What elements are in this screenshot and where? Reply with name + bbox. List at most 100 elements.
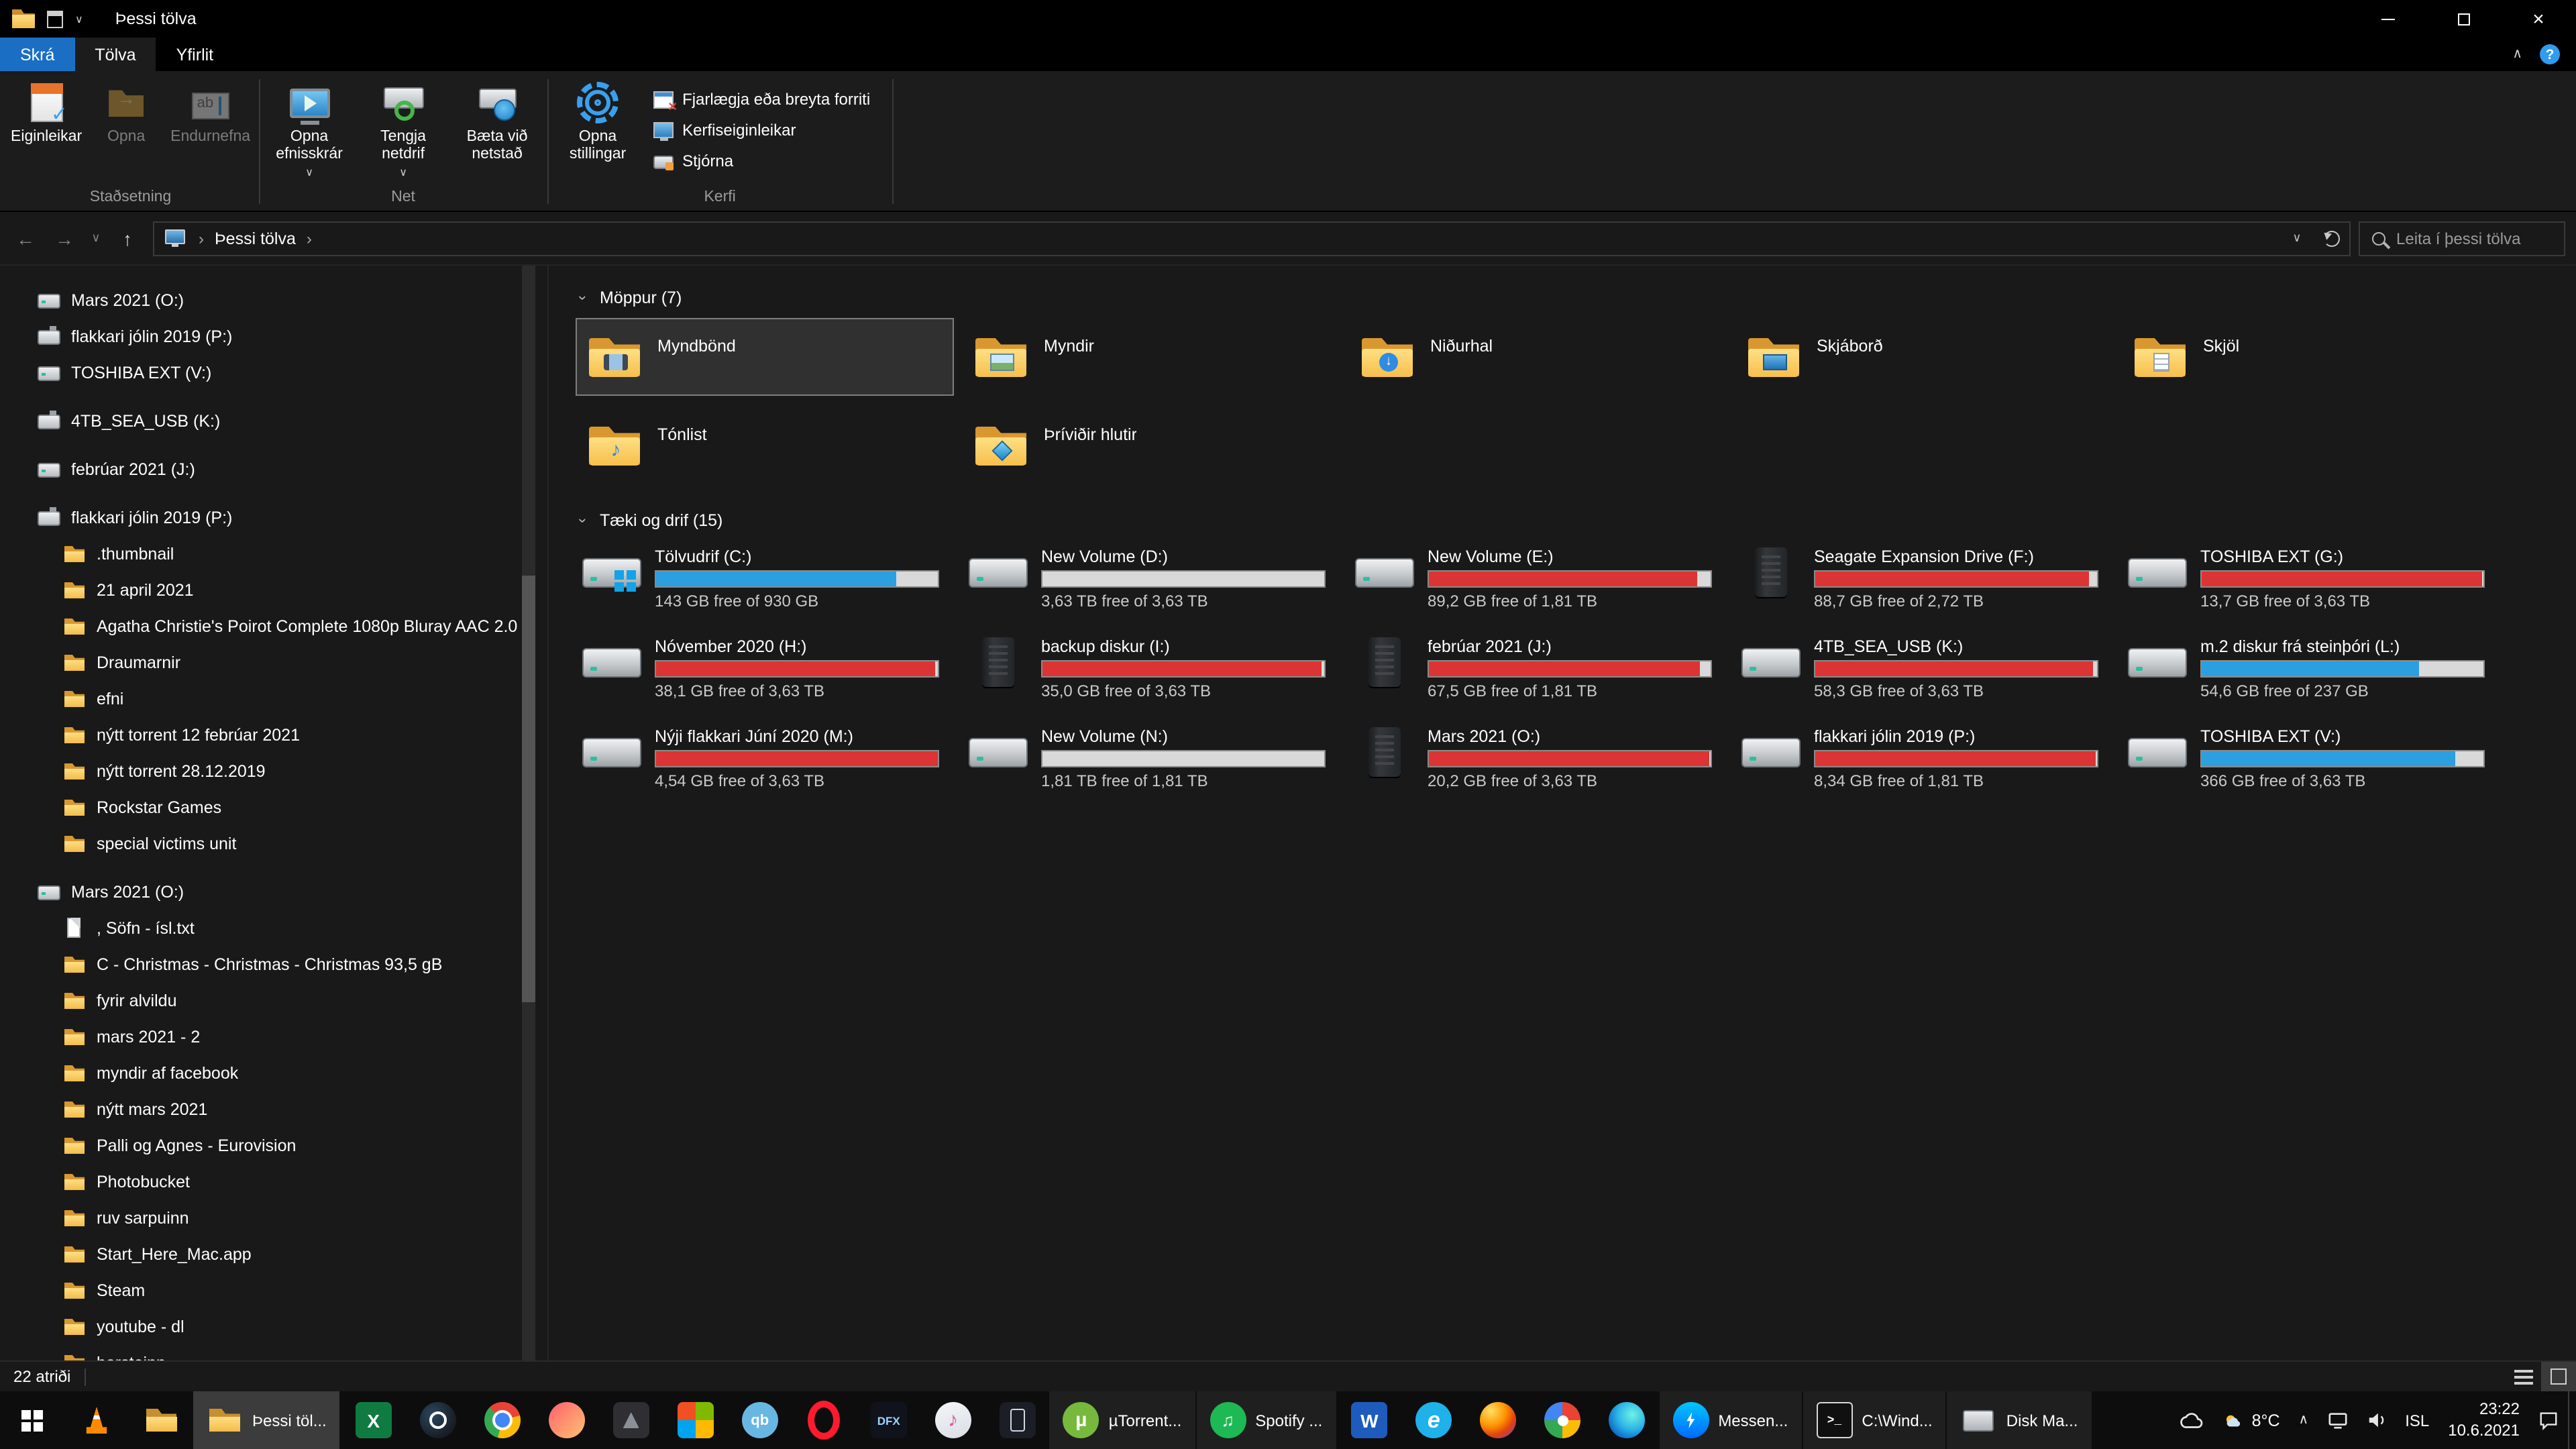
drive-tile-o[interactable]: Mars 2021 (O:) 20,2 GB free of 3,63 TB — [1348, 722, 1729, 812]
sidebar-item[interactable]: special victims unit — [0, 825, 547, 861]
taskbar-explorer[interactable] — [129, 1391, 193, 1449]
up-icon[interactable]: ↑ — [110, 221, 145, 256]
folders-section-header[interactable]: › Möppur (7) — [574, 283, 2576, 313]
taskbar-firefox[interactable] — [1466, 1391, 1530, 1449]
drive-tile-g[interactable]: TOSHIBA EXT (G:) 13,7 GB free of 3,63 TB — [2121, 542, 2502, 632]
drive-tile-n[interactable]: New Volume (N:) 1,81 TB free of 1,81 TB — [962, 722, 1343, 812]
drive-tile-m[interactable]: Nýji flakkari Júní 2020 (M:) 4,54 GB fre… — [576, 722, 957, 812]
drive-tile-k[interactable]: 4TB_SEA_USB (K:) 58,3 GB free of 3,63 TB — [1735, 632, 2116, 722]
add-network-location-button[interactable]: Bæta við netstað — [450, 72, 544, 164]
drive-tile-d[interactable]: New Volume (D:) 3,63 TB free of 3,63 TB — [962, 542, 1343, 632]
sidebar-item[interactable]: TOSHIBA EXT (V:) — [0, 354, 547, 390]
taskbar-window-utorrent[interactable]: µTorrent... — [1049, 1391, 1195, 1449]
breadcrumb-chevron-icon[interactable]: › — [307, 229, 312, 248]
collapse-section-icon[interactable]: › — [574, 291, 590, 305]
drive-tile-j[interactable]: febrúar 2021 (J:) 67,5 GB free of 1,81 T… — [1348, 632, 1729, 722]
folder-tile-myndbond[interactable]: Myndbönd — [576, 318, 954, 396]
sidebar-item[interactable]: 4TB_SEA_USB (K:) — [0, 402, 547, 439]
folder-tile-tonlist[interactable]: Tónlist — [576, 407, 954, 484]
sidebar-item[interactable]: Start_Here_Mac.app — [0, 1236, 547, 1272]
sidebar-item[interactable]: C - Christmas - Christmas - Christmas 93… — [0, 946, 547, 982]
sidebar-scrollbar[interactable] — [522, 266, 535, 1360]
start-button[interactable] — [0, 1391, 64, 1449]
system-properties-link[interactable]: Kerfiseiginleikar — [653, 119, 870, 141]
drive-tile-l[interactable]: m.2 diskur frá steinþóri (L:) 54,6 GB fr… — [2121, 632, 2502, 722]
folder-tile-thrividir-hlutir[interactable]: Þríviðir hlutir — [962, 407, 1340, 484]
taskbar-internet-explorer[interactable] — [1401, 1391, 1466, 1449]
breadcrumb[interactable]: Þessi tölva — [215, 229, 296, 248]
map-network-drive-button[interactable]: Tengja netdrif — [356, 72, 450, 179]
taskbar-excel[interactable] — [341, 1391, 406, 1449]
show-hidden-icons-icon[interactable]: ∧ — [2290, 1391, 2318, 1449]
drive-tile-p[interactable]: flakkari jólin 2019 (P:) 8,34 GB free of… — [1735, 722, 2116, 812]
drive-tile-e[interactable]: New Volume (E:) 89,2 GB free of 1,81 TB — [1348, 542, 1729, 632]
search-box[interactable] — [2359, 221, 2565, 256]
tab-skra[interactable]: Skrá — [0, 38, 75, 71]
sidebar-item[interactable]: ruv sarpuinn — [0, 1199, 547, 1236]
properties-quick-icon[interactable] — [47, 10, 63, 28]
back-icon[interactable]: ← — [8, 221, 43, 256]
taskbar-dark-app[interactable] — [599, 1391, 663, 1449]
uninstall-program-link[interactable]: Fjarlægja eða breyta forriti — [653, 89, 870, 115]
sidebar-scrollbar-thumb[interactable] — [522, 576, 535, 1002]
search-input[interactable] — [2396, 229, 2552, 248]
large-icons-view-icon[interactable] — [2541, 1362, 2576, 1391]
properties-button[interactable]: Eiginleikar — [5, 72, 87, 146]
folder-tile-myndir[interactable]: Myndir — [962, 318, 1340, 396]
customize-toolbar-caret-icon[interactable]: ∨ — [75, 13, 83, 25]
sidebar-item[interactable]: nýtt torrent 12 febrúar 2021 — [0, 716, 547, 753]
tab-yfirlit[interactable]: Yfirlit — [156, 38, 234, 71]
volume-icon[interactable] — [2357, 1391, 2396, 1449]
drive-tile-h[interactable]: Nóvember 2020 (H:) 38,1 GB free of 3,63 … — [576, 632, 957, 722]
recent-locations-icon[interactable]: ∨ — [86, 221, 106, 256]
taskbar-window-explorer[interactable]: Þessi töl... — [193, 1391, 340, 1449]
sidebar-item[interactable]: Steam — [0, 1272, 547, 1308]
clock[interactable]: 23:22 10.6.2021 — [2438, 1391, 2529, 1449]
taskbar-photos[interactable] — [535, 1391, 599, 1449]
taskbar-word[interactable] — [1337, 1391, 1401, 1449]
weather-widget[interactable]: 8°C — [2214, 1391, 2290, 1449]
sidebar-item[interactable]: myndir af facebook — [0, 1055, 547, 1091]
sidebar-item[interactable]: .thumbnail — [0, 535, 547, 572]
taskbar-pinwheel-app[interactable] — [1530, 1391, 1595, 1449]
sidebar-item[interactable]: youtube - dl — [0, 1308, 547, 1344]
taskbar-steam[interactable] — [406, 1391, 470, 1449]
rename-button[interactable]: Endurnefna — [165, 72, 256, 146]
action-center-icon[interactable] — [2529, 1391, 2568, 1449]
taskbar-vlc[interactable] — [64, 1391, 129, 1449]
drive-tile-f[interactable]: Seagate Expansion Drive (F:) 88,7 GB fre… — [1735, 542, 2116, 632]
close-button[interactable]: × — [2501, 0, 2576, 38]
taskbar-window-messenger[interactable]: Messen... — [1659, 1391, 1802, 1449]
sidebar-item[interactable]: þorsteinn — [0, 1344, 547, 1360]
open-button[interactable]: Opna — [87, 72, 165, 146]
network-icon[interactable] — [2318, 1391, 2357, 1449]
open-settings-button[interactable]: Opna stillingar — [551, 72, 645, 164]
sidebar-item[interactable]: Palli og Agnes - Eurovision — [0, 1127, 547, 1163]
sidebar-item[interactable]: Agatha Christie's Poirot Complete 1080p … — [0, 608, 547, 644]
folder-tile-skjol[interactable]: Skjöl — [2121, 318, 2500, 396]
sidebar-item[interactable]: nýtt torrent 28.12.2019 — [0, 753, 547, 789]
sidebar-item[interactable]: Photobucket — [0, 1163, 547, 1199]
taskbar-dfx[interactable] — [857, 1391, 921, 1449]
sidebar-item[interactable]: , Söfn - ísl.txt — [0, 910, 547, 946]
folder-tile-skjabord[interactable]: Skjáborð — [1735, 318, 2113, 396]
collapse-section-icon[interactable]: › — [574, 514, 590, 527]
drive-tile-v[interactable]: TOSHIBA EXT (V:) 366 GB free of 3,63 TB — [2121, 722, 2502, 812]
drives-section-header[interactable]: › Tæki og drif (15) — [574, 506, 2576, 535]
taskbar-opera[interactable] — [792, 1391, 857, 1449]
access-media-button[interactable]: Opna efnisskrár — [262, 72, 356, 179]
sidebar-item[interactable]: flakkari jólin 2019 (P:) — [0, 318, 547, 354]
taskbar-your-phone[interactable] — [985, 1391, 1050, 1449]
taskbar-edge[interactable] — [1595, 1391, 1659, 1449]
sidebar-item[interactable]: Mars 2021 (O:) — [0, 873, 547, 910]
details-view-icon[interactable] — [2506, 1362, 2541, 1391]
manage-link[interactable]: Stjórna — [653, 150, 870, 172]
taskbar-window-cmd[interactable]: C:\Wind... — [1803, 1391, 1946, 1449]
sidebar-item[interactable]: Rockstar Games — [0, 789, 547, 825]
address-dropdown-icon[interactable]: ∨ — [2279, 231, 2314, 246]
sidebar-item[interactable]: flakkari jólin 2019 (P:) — [0, 499, 547, 535]
sidebar-item[interactable]: efni — [0, 680, 547, 716]
taskbar-tiles-app[interactable] — [663, 1391, 728, 1449]
minimize-button[interactable] — [2351, 0, 2426, 38]
refresh-icon[interactable] — [2314, 222, 2349, 254]
